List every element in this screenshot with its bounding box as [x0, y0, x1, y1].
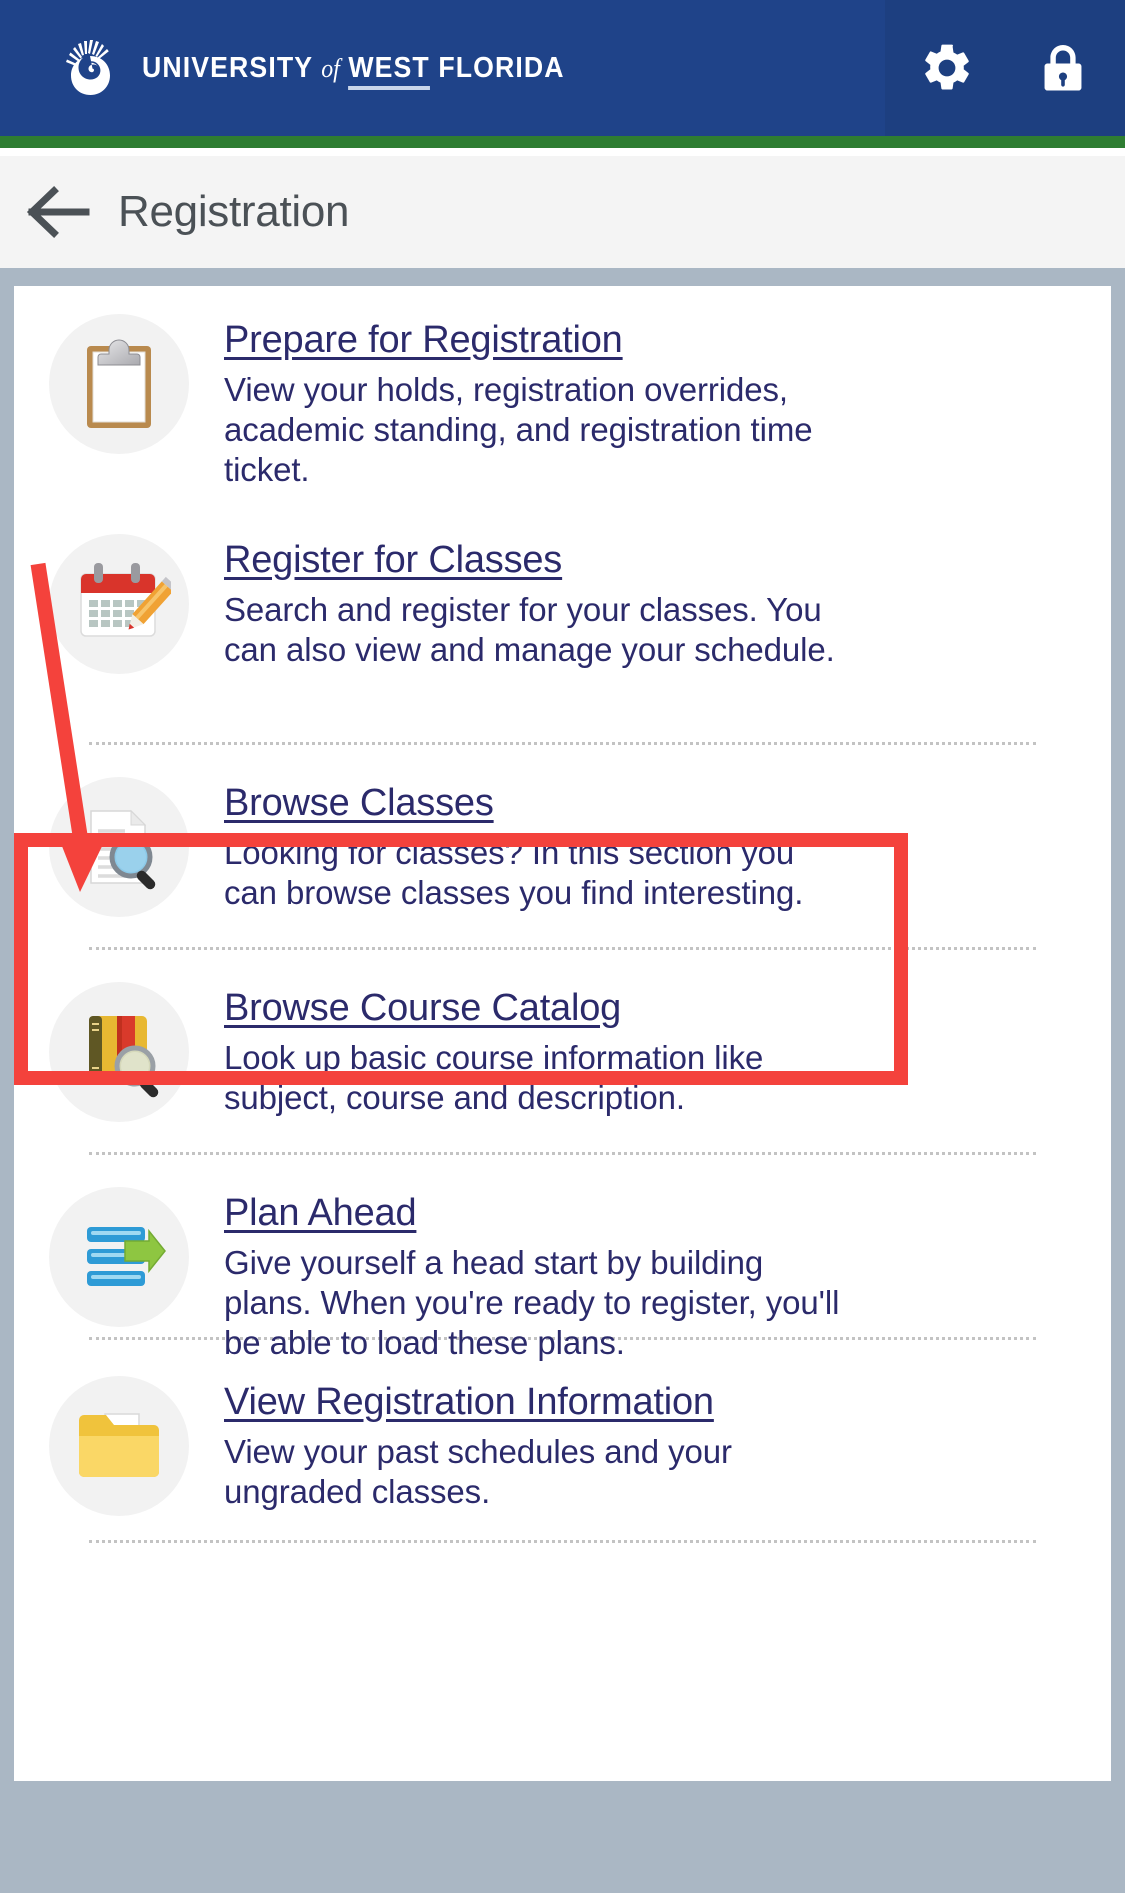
link-plan-ahead[interactable]: Plan Ahead [224, 1191, 417, 1236]
item-text: Prepare for Registration View your holds… [224, 304, 1071, 490]
item-text: Browse Course Catalog Look up basic cour… [224, 972, 1071, 1118]
plan-list-arrow-icon [49, 1187, 189, 1327]
item-description: View your past schedules and your ungrad… [224, 1432, 732, 1510]
folder-icon [49, 1376, 189, 1516]
page-title: Registration [118, 187, 350, 236]
app-header: UNIVERSITY of WEST FLORIDA [0, 0, 1125, 136]
item-description: Search and register for your classes. Yo… [224, 590, 835, 668]
brand-florida: FLORIDA [438, 51, 565, 84]
item-text: Plan Ahead Give yourself a head start by… [224, 1177, 1071, 1363]
link-register-for-classes[interactable]: Register for Classes [224, 538, 562, 583]
link-browse-classes[interactable]: Browse Classes [224, 781, 494, 826]
page-body: Prepare for Registration View your holds… [0, 268, 1125, 1793]
brand-university: UNIVERSITY [142, 51, 313, 84]
page-titlebar: Registration [0, 156, 1125, 268]
gear-icon[interactable] [919, 40, 975, 96]
nautilus-shell-logo [60, 36, 124, 100]
item-text: Browse Classes Looking for classes? In t… [224, 767, 1071, 913]
back-arrow-icon[interactable] [26, 184, 92, 240]
list-item[interactable]: Browse Classes Looking for classes? In t… [14, 745, 1111, 917]
item-icon-wrap [14, 1366, 224, 1516]
header-gap [0, 148, 1125, 156]
item-text: Register for Classes Search and register… [224, 524, 1071, 670]
registration-card: Prepare for Registration View your holds… [14, 286, 1111, 1781]
item-description: Look up basic course information like su… [224, 1038, 764, 1116]
item-description: View your holds, registration overrides,… [224, 370, 813, 488]
link-view-registration-information[interactable]: View Registration Information [224, 1380, 714, 1425]
item-text: View Registration Information View your … [224, 1366, 1071, 1512]
card-top-spacer [14, 286, 1111, 304]
item-icon-wrap [14, 972, 224, 1122]
list-item[interactable]: Browse Course Catalog Look up basic cour… [14, 950, 1111, 1122]
item-description: Looking for classes? In this section you… [224, 833, 804, 911]
item-icon-wrap [14, 1177, 224, 1327]
brand-wordmark: UNIVERSITY of WEST FLORIDA [142, 51, 565, 90]
list-divider [89, 1540, 1036, 1543]
list-item[interactable]: Prepare for Registration View your holds… [14, 304, 1111, 506]
link-browse-course-catalog[interactable]: Browse Course Catalog [224, 986, 621, 1031]
app-root: UNIVERSITY of WEST FLORIDA Registration … [0, 0, 1125, 1893]
calendar-pencil-icon [49, 534, 189, 674]
clipboard-icon [49, 314, 189, 454]
link-prepare-for-registration[interactable]: Prepare for Registration [224, 318, 623, 363]
lock-icon[interactable] [1035, 40, 1091, 96]
brand-of: of [321, 53, 340, 83]
brand-west: WEST [348, 51, 430, 90]
book-search-icon [49, 982, 189, 1122]
university-brand: UNIVERSITY of WEST FLORIDA [60, 0, 601, 136]
list-item[interactable]: Plan Ahead Give yourself a head start by… [14, 1155, 1111, 1361]
list-item[interactable]: Register for Classes Search and register… [14, 506, 1111, 706]
list-item[interactable]: View Registration Information View your … [14, 1340, 1111, 1516]
item-icon-wrap [14, 524, 224, 674]
document-search-icon [49, 777, 189, 917]
green-accent-bar [0, 136, 1125, 148]
header-actions [885, 0, 1125, 136]
page-bottom-strip [0, 1793, 1125, 1893]
item-icon-wrap [14, 304, 224, 454]
item-icon-wrap [14, 767, 224, 917]
